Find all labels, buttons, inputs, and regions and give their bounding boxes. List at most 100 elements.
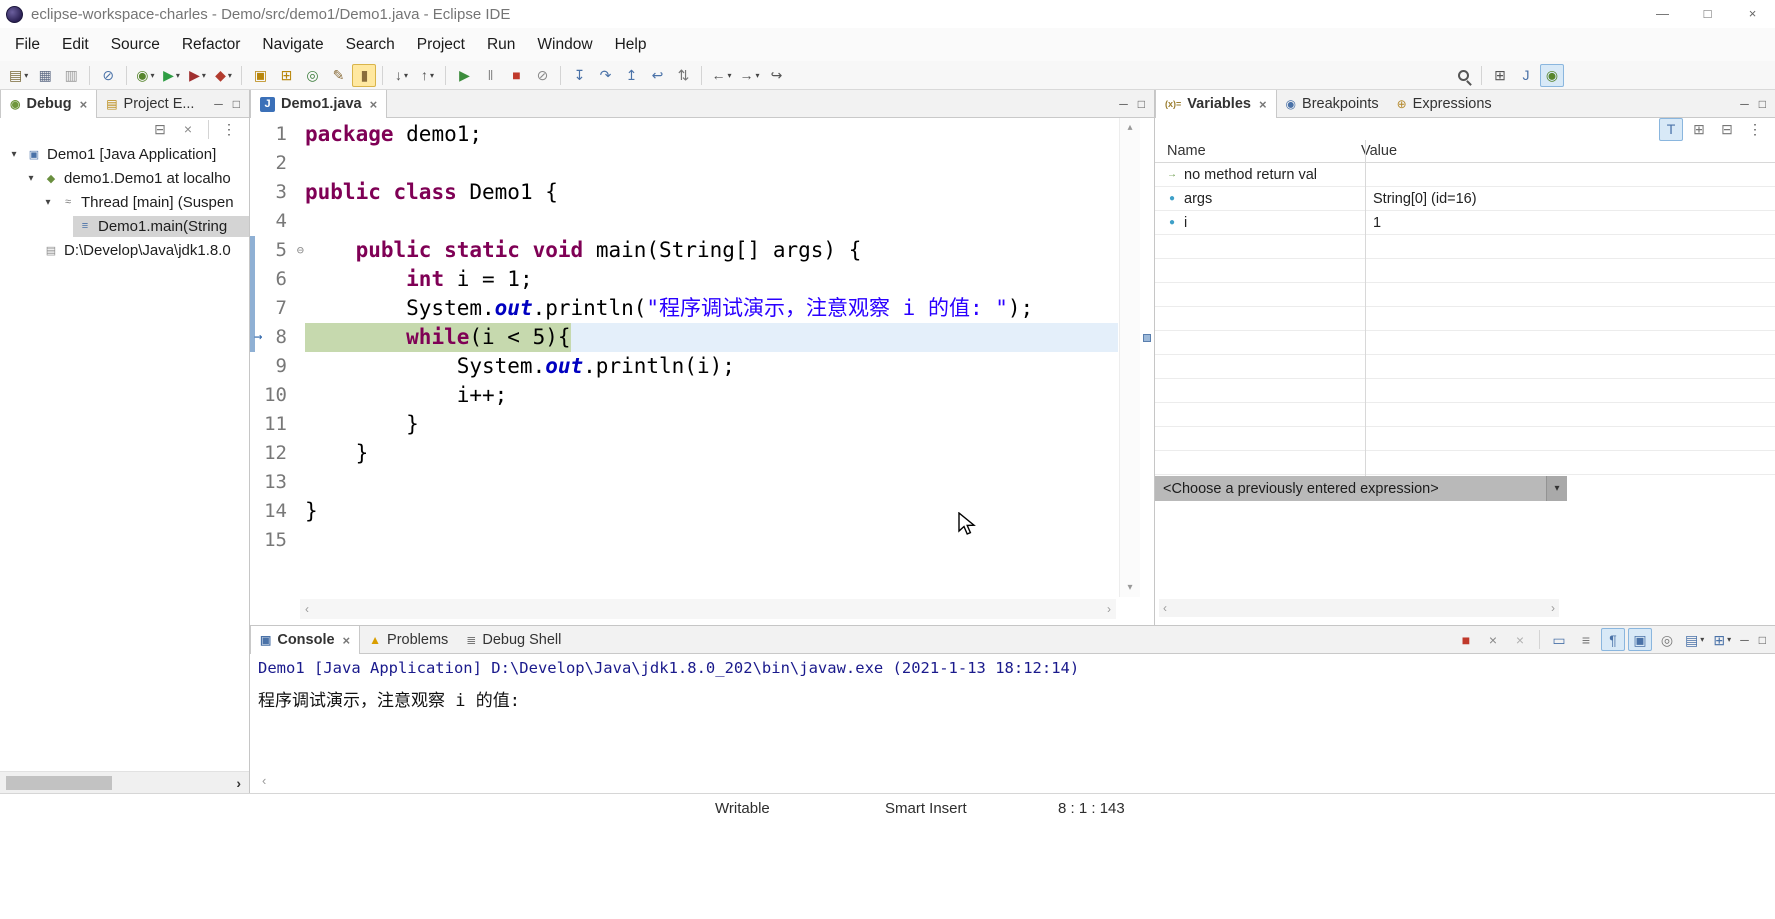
scroll-up-icon[interactable]: ▴ [1127, 122, 1132, 133]
open-console-button[interactable]: ⊞▾ [1710, 628, 1734, 651]
debug-perspective-button[interactable]: ◉ [1540, 64, 1564, 87]
debug-button[interactable]: ◉▾ [133, 64, 157, 87]
variable-row-i[interactable]: ●i1 [1155, 211, 1775, 235]
line-number[interactable]: 2 [250, 149, 300, 178]
window-close-button[interactable]: × [1730, 0, 1775, 28]
code-editor[interactable]: 12345⊖678→9101112131415 package demo1;pu… [250, 118, 1154, 625]
close-icon[interactable]: × [370, 97, 378, 112]
code-line-1[interactable]: package demo1; [305, 120, 1118, 149]
scroll-left-icon[interactable]: ‹ [1163, 601, 1167, 615]
menu-help[interactable]: Help [604, 36, 658, 54]
line-number[interactable]: 6 [250, 265, 300, 294]
run-button[interactable]: ▶▾ [159, 64, 183, 87]
menu-search[interactable]: Search [335, 36, 406, 54]
scroll-down-icon[interactable]: ▾ [1127, 582, 1132, 593]
line-number[interactable]: 4 [250, 207, 300, 236]
code-line-14[interactable]: } [305, 497, 1118, 526]
remove-launch-button[interactable]: × [1481, 628, 1505, 651]
line-number[interactable]: 3 [250, 178, 300, 207]
tree-item-demo1-java-application[interactable]: ▾▣Demo1 [Java Application] [0, 142, 249, 166]
menu-run[interactable]: Run [476, 36, 526, 54]
collapse-all-button[interactable]: ⊟ [1715, 118, 1739, 141]
line-number[interactable]: 8→ [250, 323, 300, 352]
window-minimize-button[interactable]: — [1640, 0, 1685, 28]
maximize-view-button[interactable]: □ [1759, 97, 1766, 111]
run-external-tools-button[interactable]: ◆▾ [211, 64, 235, 87]
scroll-right-icon[interactable]: › [236, 772, 241, 794]
code-line-12[interactable]: } [305, 439, 1118, 468]
menu-edit[interactable]: Edit [51, 36, 100, 54]
minimize-view-button[interactable]: ─ [1740, 633, 1749, 647]
column-header-name[interactable]: Name [1155, 143, 1353, 159]
pin-console-button[interactable]: ◎ [1655, 628, 1679, 651]
tab-console[interactable]: ▣Console× [250, 626, 360, 654]
menu-source[interactable]: Source [100, 36, 171, 54]
chevron-down-icon[interactable]: ▾ [6, 149, 22, 160]
tree-item-d-develop-java-jdk1-8-0[interactable]: ▤D:\Develop\Java\jdk1.8.0 [0, 238, 249, 262]
menu-navigate[interactable]: Navigate [251, 36, 334, 54]
scrollbar-thumb[interactable] [6, 776, 112, 790]
mark-occurrences-button[interactable]: ▮ [352, 64, 376, 87]
line-number[interactable]: 13 [250, 468, 300, 497]
open-perspective-button[interactable]: ⊞ [1488, 64, 1512, 87]
terminate-console-button[interactable]: ■ [1454, 628, 1478, 651]
code-line-3[interactable]: public class Demo1 { [305, 178, 1118, 207]
open-element-button[interactable]: ✎ [326, 64, 350, 87]
menu-window[interactable]: Window [526, 36, 603, 54]
close-icon[interactable]: × [343, 633, 351, 648]
chevron-down-icon[interactable]: ▾ [40, 197, 56, 208]
variable-row-no-method-return-val[interactable]: →no method return val [1155, 163, 1775, 187]
line-number[interactable]: 15 [250, 526, 300, 555]
disconnect-button[interactable]: ⊘ [530, 64, 554, 87]
chevron-down-icon[interactable]: ▾ [23, 173, 39, 184]
code-line-4[interactable] [305, 207, 1118, 236]
code-line-10[interactable]: i++; [305, 381, 1118, 410]
scroll-left-icon[interactable]: ‹ [262, 773, 266, 788]
column-header-value[interactable]: Value [1353, 143, 1397, 159]
variables-hscrollbar[interactable]: ‹ › [1159, 599, 1559, 617]
minimize-view-button[interactable]: ─ [1119, 97, 1128, 111]
new-wizard-button[interactable]: ▤▾ [6, 64, 31, 87]
line-number[interactable]: 5⊖ [250, 236, 300, 265]
chevron-down-icon[interactable]: ▾ [1546, 476, 1567, 501]
new-java-project-button[interactable]: ▣ [248, 64, 272, 87]
last-edit-location-button[interactable]: ↪ [765, 64, 789, 87]
scroll-left-icon[interactable]: ‹ [305, 602, 309, 616]
minimize-view-button[interactable]: ─ [1740, 97, 1749, 111]
expression-combo[interactable]: <Choose a previously entered expression>… [1155, 476, 1567, 501]
code-line-9[interactable]: System.out.println(i); [305, 352, 1118, 381]
show-type-names-button[interactable]: T [1659, 118, 1683, 141]
close-icon[interactable]: × [1259, 97, 1267, 112]
minimize-view-button[interactable]: ─ [214, 97, 223, 111]
tab-breakpoints[interactable]: ◉Breakpoints [1277, 90, 1388, 117]
current-line-marker[interactable] [1143, 334, 1151, 342]
close-icon[interactable]: × [80, 97, 88, 112]
save-all-button[interactable]: ▥ [59, 64, 83, 87]
line-number[interactable]: 14 [250, 497, 300, 526]
scroll-right-icon[interactable]: › [1107, 602, 1111, 616]
code-line-2[interactable] [305, 149, 1118, 178]
column-divider[interactable] [1365, 140, 1366, 476]
collapse-all-button[interactable]: ⊟ [148, 118, 172, 141]
tab-debug[interactable]: ◉Debug× [0, 90, 97, 118]
previous-annotation-button[interactable]: ↑▾ [415, 64, 439, 87]
line-number[interactable]: 10 [250, 381, 300, 410]
debug-panel-hscrollbar[interactable]: › [0, 771, 249, 793]
step-over-button[interactable]: ↷ [593, 64, 617, 87]
code-line-6[interactable]: int i = 1; [305, 265, 1118, 294]
drop-to-frame-button[interactable]: ↩ [645, 64, 669, 87]
tab-project-e[interactable]: ▤Project E... [97, 90, 203, 117]
scroll-lock-button[interactable]: ≡ [1574, 628, 1598, 651]
maximize-view-button[interactable]: □ [233, 97, 240, 111]
maximize-view-button[interactable]: □ [1759, 633, 1766, 647]
editor-hscrollbar[interactable]: ‹ › [300, 599, 1116, 619]
quick-access-search-button[interactable] [1451, 64, 1475, 87]
new-class-button[interactable]: ◎ [300, 64, 324, 87]
save-button[interactable]: ▦ [33, 64, 57, 87]
terminate-button[interactable]: ■ [504, 64, 528, 87]
code-line-8[interactable]: while(i < 5){ [305, 323, 1118, 352]
step-return-button[interactable]: ↥ [619, 64, 643, 87]
overview-ruler[interactable] [1140, 118, 1154, 625]
resume-button[interactable]: ▶ [452, 64, 476, 87]
tab-expressions[interactable]: ⊕Expressions [1388, 90, 1501, 117]
